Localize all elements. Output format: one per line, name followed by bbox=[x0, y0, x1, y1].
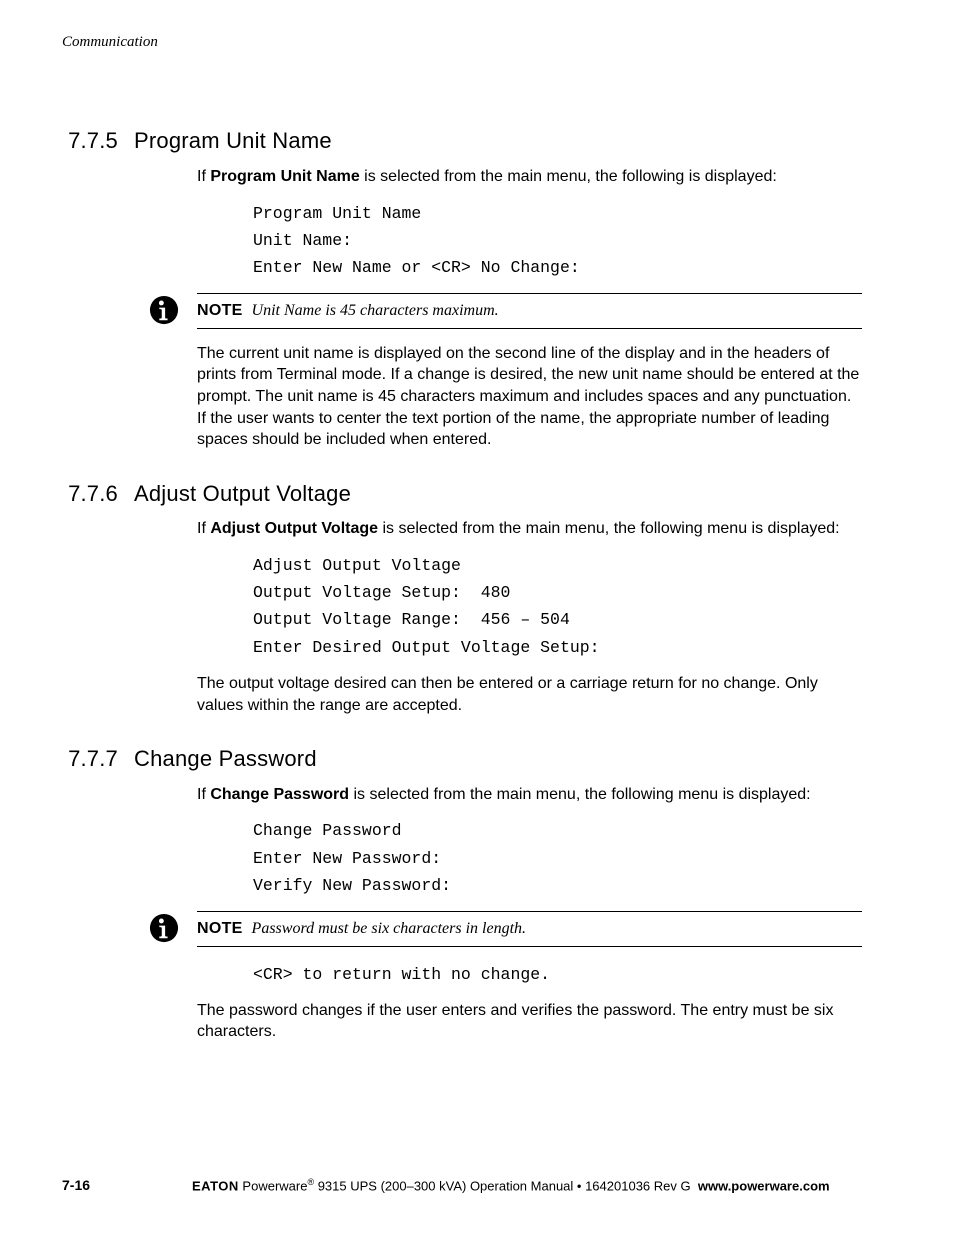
page-number: 7-16 bbox=[62, 1176, 192, 1195]
section-change-password: 7.7.7 Change Password If Change Password… bbox=[62, 744, 862, 1043]
section-number: 7.7.5 bbox=[62, 126, 134, 156]
intro-paragraph: If Change Password is selected from the … bbox=[197, 784, 862, 806]
section-body: If Program Unit Name is selected from th… bbox=[197, 166, 862, 281]
section-title: Program Unit Name bbox=[134, 126, 332, 156]
section-body: If Change Password is selected from the … bbox=[197, 784, 862, 899]
note-text: Unit Name is 45 characters maximum. bbox=[252, 302, 499, 319]
note-label: NOTE bbox=[197, 920, 243, 937]
terminal-output: <CR> to return with no change. bbox=[253, 961, 862, 988]
note-block: NOTE Unit Name is 45 characters maximum. bbox=[197, 293, 862, 329]
text: 9315 UPS (200–300 kVA) Operation Manual bbox=[314, 1178, 573, 1193]
section-heading: 7.7.7 Change Password bbox=[62, 744, 862, 774]
text: If bbox=[197, 786, 210, 803]
running-header: Communication bbox=[62, 32, 862, 52]
bold-term: Change Password bbox=[210, 786, 349, 803]
paragraph: The password changes if the user enters … bbox=[197, 1000, 862, 1043]
terminal-output: Program Unit Name Unit Name: Enter New N… bbox=[253, 200, 862, 282]
doc-number: 164201036 Rev G bbox=[585, 1178, 691, 1193]
intro-paragraph: If Adjust Output Voltage is selected fro… bbox=[197, 518, 862, 540]
text: is selected from the main menu, the foll… bbox=[360, 168, 777, 185]
text: is selected from the main menu, the foll… bbox=[378, 520, 840, 537]
section-adjust-output-voltage: 7.7.6 Adjust Output Voltage If Adjust Ou… bbox=[62, 479, 862, 716]
note-block: NOTE Password must be six characters in … bbox=[197, 911, 862, 947]
note-line: NOTE Password must be six characters in … bbox=[197, 912, 862, 946]
info-icon bbox=[149, 295, 179, 325]
section-body: <CR> to return with no change. The passw… bbox=[197, 961, 862, 1043]
rule bbox=[197, 328, 862, 329]
info-icon bbox=[149, 913, 179, 943]
rule bbox=[197, 946, 862, 947]
section-body: If Adjust Output Voltage is selected fro… bbox=[197, 518, 862, 716]
bold-term: Program Unit Name bbox=[210, 168, 359, 185]
paragraph: The current unit name is displayed on th… bbox=[197, 343, 862, 451]
bold-term: Adjust Output Voltage bbox=[210, 520, 378, 537]
text: If bbox=[197, 520, 210, 537]
terminal-output: Adjust Output Voltage Output Voltage Set… bbox=[253, 552, 862, 661]
note-text: Password must be six characters in lengt… bbox=[252, 920, 527, 937]
text: is selected from the main menu, the foll… bbox=[349, 786, 811, 803]
terminal-output: Change Password Enter New Password: Veri… bbox=[253, 817, 862, 899]
section-body: The current unit name is displayed on th… bbox=[197, 343, 862, 451]
brand: EATON bbox=[192, 1178, 239, 1193]
section-program-unit-name: 7.7.5 Program Unit Name If Program Unit … bbox=[62, 126, 862, 451]
text: Powerware bbox=[239, 1178, 308, 1193]
page-footer: 7-16 EATON Powerware® 9315 UPS (200–300 … bbox=[62, 1176, 862, 1195]
footer-url: www.powerware.com bbox=[698, 1178, 830, 1193]
section-title: Change Password bbox=[134, 744, 317, 774]
paragraph: The output voltage desired can then be e… bbox=[197, 673, 862, 716]
footer-text: EATON Powerware® 9315 UPS (200–300 kVA) … bbox=[192, 1176, 862, 1195]
section-number: 7.7.6 bbox=[62, 479, 134, 509]
note-line: NOTE Unit Name is 45 characters maximum. bbox=[197, 294, 862, 328]
page: Communication 7.7.5 Program Unit Name If… bbox=[0, 0, 954, 1235]
intro-paragraph: If Program Unit Name is selected from th… bbox=[197, 166, 862, 188]
section-heading: 7.7.6 Adjust Output Voltage bbox=[62, 479, 862, 509]
section-number: 7.7.7 bbox=[62, 744, 134, 774]
separator: • bbox=[573, 1178, 585, 1193]
note-label: NOTE bbox=[197, 302, 243, 319]
section-title: Adjust Output Voltage bbox=[134, 479, 351, 509]
section-heading: 7.7.5 Program Unit Name bbox=[62, 126, 862, 156]
text: If bbox=[197, 168, 210, 185]
